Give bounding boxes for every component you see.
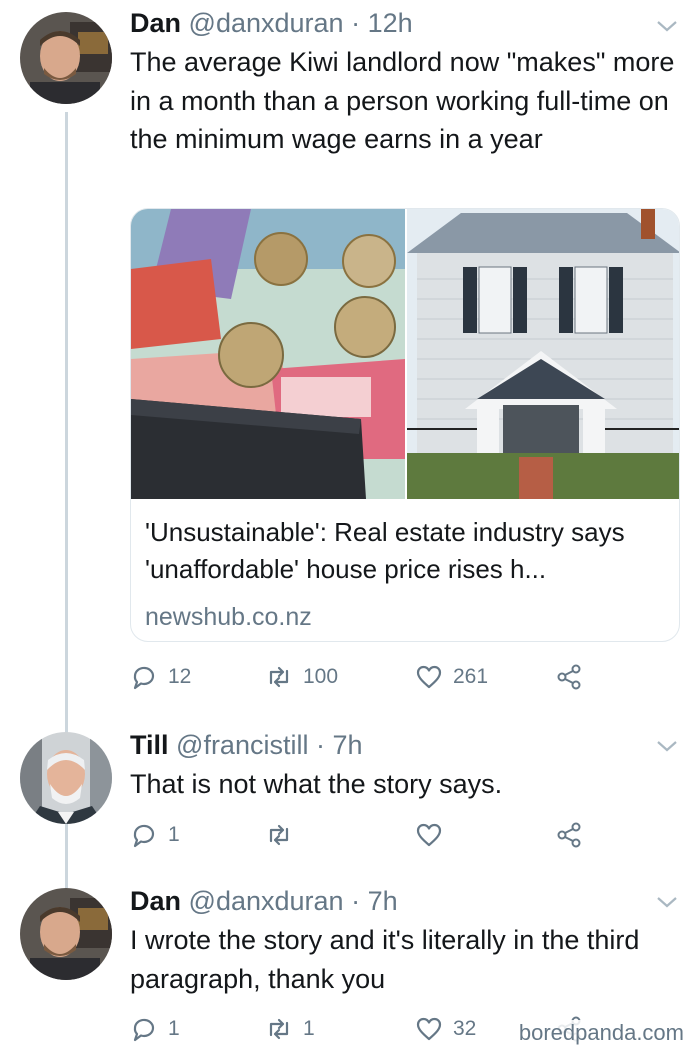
tweet-header: Dan @danxduran · 12h: [130, 6, 678, 40]
tweet-actions: 12 100 261: [130, 660, 600, 694]
like-icon: [415, 821, 443, 849]
separator-dot: ·: [351, 886, 361, 916]
link-card[interactable]: 'Unsustainable': Real estate industry sa…: [130, 208, 680, 642]
card-image: [131, 209, 679, 499]
share-icon: [555, 821, 583, 849]
user-name[interactable]: Dan: [130, 8, 181, 38]
like-button[interactable]: 32: [415, 1012, 476, 1046]
user-handle[interactable]: @danxduran: [189, 886, 344, 916]
user-handle[interactable]: @francistill: [176, 730, 308, 760]
tweet-text: That is not what the story says.: [130, 769, 503, 799]
tweet-body: Dan @danxduran · 7h I wrote the story an…: [130, 884, 678, 998]
avatar[interactable]: [20, 12, 112, 104]
retweet-icon: [265, 1015, 293, 1043]
retweet-icon: [265, 821, 293, 849]
like-button[interactable]: [415, 818, 453, 852]
like-icon: [415, 1015, 443, 1043]
avatar[interactable]: [20, 732, 112, 824]
retweet-button[interactable]: [265, 818, 303, 852]
reply-button[interactable]: 1: [130, 1012, 180, 1046]
tweet-text: The average Kiwi landlord now "makes" mo…: [130, 47, 675, 154]
tweet-body: Dan @danxduran · 12h The average Kiwi la…: [130, 6, 678, 159]
reply-icon: [130, 821, 158, 849]
share-button[interactable]: [555, 818, 583, 852]
chevron-down-icon[interactable]: [654, 892, 680, 912]
share-button[interactable]: [555, 660, 583, 694]
watermark: boredpanda.com: [516, 1020, 686, 1046]
retweet-button[interactable]: 1: [265, 1012, 315, 1046]
reply-count: 1: [168, 1017, 180, 1040]
reply-button[interactable]: 1: [130, 818, 180, 852]
retweet-icon: [265, 663, 293, 691]
chevron-down-icon[interactable]: [654, 16, 680, 36]
timestamp[interactable]: 12h: [368, 8, 413, 38]
user-name[interactable]: Dan: [130, 886, 181, 916]
timestamp[interactable]: 7h: [333, 730, 363, 760]
tweet[interactable]: Till @francistill · 7h That is not what …: [0, 724, 700, 884]
reply-count: 12: [168, 665, 192, 688]
tweet-header: Till @francistill · 7h: [130, 728, 678, 762]
reply-icon: [130, 1015, 158, 1043]
like-count: 32: [453, 1017, 477, 1040]
like-count: 261: [453, 665, 489, 688]
avatar[interactable]: [20, 888, 112, 980]
like-button[interactable]: 261: [415, 660, 488, 694]
chevron-down-icon[interactable]: [654, 736, 680, 756]
separator-dot: ·: [315, 730, 325, 760]
timestamp[interactable]: 7h: [368, 886, 398, 916]
separator-dot: ·: [351, 8, 361, 38]
tweet-header: Dan @danxduran · 7h: [130, 884, 678, 918]
user-handle[interactable]: @danxduran: [189, 8, 344, 38]
retweet-count: 100: [303, 665, 339, 688]
like-icon: [415, 663, 443, 691]
retweet-button[interactable]: 100: [265, 660, 338, 694]
reply-button[interactable]: 12: [130, 660, 191, 694]
user-name[interactable]: Till: [130, 730, 169, 760]
retweet-count: 1: [303, 1017, 315, 1040]
tweet-actions: 1: [130, 818, 600, 852]
card-domain[interactable]: newshub.co.nz: [145, 601, 312, 633]
share-icon: [555, 663, 583, 691]
tweet[interactable]: Dan @danxduran · 12h The average Kiwi la…: [0, 0, 700, 720]
reply-count: 1: [168, 823, 180, 846]
tweet-body: Till @francistill · 7h That is not what …: [130, 728, 678, 804]
reply-icon: [130, 663, 158, 691]
tweet-text: I wrote the story and it's literally in …: [130, 925, 640, 994]
card-title[interactable]: 'Unsustainable': Real estate industry sa…: [145, 514, 665, 588]
